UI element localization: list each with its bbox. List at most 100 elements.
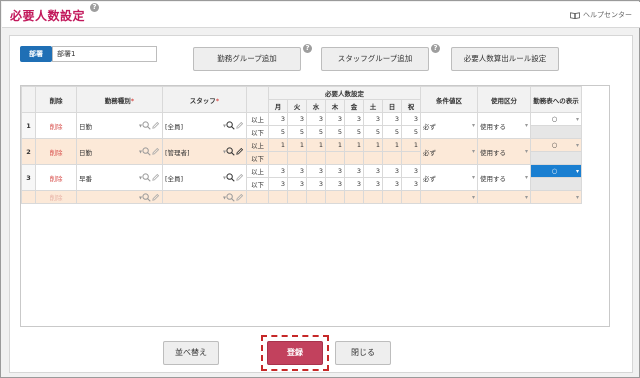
staff-select[interactable]: ▾ bbox=[162, 190, 247, 204]
min-count-cell[interactable]: 3 bbox=[306, 112, 326, 126]
register-button[interactable]: 登録 bbox=[267, 341, 323, 365]
help-icon[interactable]: ? bbox=[303, 44, 312, 53]
max-count-cell[interactable] bbox=[325, 151, 345, 165]
max-count-cell[interactable] bbox=[382, 151, 402, 165]
search-icon[interactable] bbox=[226, 121, 235, 130]
chevron-down-icon[interactable]: ▾ bbox=[525, 194, 528, 201]
min-count-cell[interactable]: 3 bbox=[325, 164, 345, 178]
max-count-cell[interactable]: 3 bbox=[287, 177, 307, 191]
min-count-cell[interactable]: 3 bbox=[344, 112, 364, 126]
staff-select[interactable]: [全員] ▾ bbox=[162, 112, 247, 139]
usage-select[interactable]: 使用する ▾ bbox=[477, 138, 531, 165]
condition-select[interactable]: 必ず ▾ bbox=[420, 164, 478, 191]
max-count-cell[interactable]: 5 bbox=[325, 125, 345, 139]
max-count-cell[interactable]: 3 bbox=[325, 177, 345, 191]
search-icon[interactable] bbox=[142, 173, 151, 182]
sort-button[interactable]: 並べ替え bbox=[163, 341, 219, 365]
chevron-down-icon[interactable]: ▾ bbox=[525, 148, 528, 155]
max-count-cell[interactable] bbox=[401, 151, 421, 165]
search-icon[interactable] bbox=[226, 147, 235, 156]
max-count-cell[interactable]: 3 bbox=[401, 177, 421, 191]
edit-icon[interactable] bbox=[151, 173, 160, 182]
search-icon[interactable] bbox=[226, 173, 235, 182]
shift-type-select[interactable]: 日勤 ▾ bbox=[76, 112, 163, 139]
chevron-down-icon[interactable]: ▾ bbox=[576, 116, 579, 123]
max-count-cell[interactable]: 5 bbox=[344, 125, 364, 139]
empty-cell[interactable] bbox=[344, 190, 364, 204]
edit-icon[interactable] bbox=[235, 173, 244, 182]
max-count-cell[interactable]: 5 bbox=[401, 125, 421, 139]
empty-cell[interactable] bbox=[382, 190, 402, 204]
rule-settings-button[interactable]: 必要人数算出ルール設定 bbox=[451, 47, 559, 71]
min-count-cell[interactable]: 1 bbox=[401, 138, 421, 152]
edit-icon[interactable] bbox=[151, 147, 160, 156]
max-count-cell[interactable]: 3 bbox=[306, 177, 326, 191]
add-staff-group-button[interactable]: スタッフグループ追加 bbox=[321, 47, 429, 71]
delete-link[interactable]: 削除 bbox=[35, 112, 77, 139]
add-work-group-button[interactable]: 勤務グループ追加 bbox=[193, 47, 301, 71]
max-count-cell[interactable] bbox=[363, 151, 383, 165]
empty-cell[interactable] bbox=[287, 190, 307, 204]
delete-link[interactable]: 削除 bbox=[35, 164, 77, 191]
empty-cell[interactable] bbox=[363, 190, 383, 204]
min-count-cell[interactable]: 1 bbox=[344, 138, 364, 152]
display-select[interactable]: ▾ bbox=[530, 190, 582, 204]
shift-type-select[interactable]: ▾ bbox=[76, 190, 163, 204]
edit-icon[interactable] bbox=[235, 193, 244, 202]
display-select[interactable]: ○ ▾ bbox=[530, 164, 582, 178]
min-count-cell[interactable]: 3 bbox=[268, 164, 288, 178]
shift-type-select[interactable]: 早番 ▾ bbox=[76, 164, 163, 191]
max-count-cell[interactable] bbox=[344, 151, 364, 165]
empty-cell[interactable] bbox=[246, 190, 269, 204]
shift-type-select[interactable]: 日勤 ▾ bbox=[76, 138, 163, 165]
search-icon[interactable] bbox=[226, 192, 235, 202]
empty-cell[interactable] bbox=[325, 190, 345, 204]
condition-select[interactable]: 必ず ▾ bbox=[420, 138, 478, 165]
max-count-cell[interactable] bbox=[306, 151, 326, 165]
max-count-cell[interactable]: 5 bbox=[306, 125, 326, 139]
chevron-down-icon[interactable]: ▾ bbox=[525, 174, 528, 181]
min-count-cell[interactable]: 1 bbox=[268, 138, 288, 152]
empty-cell[interactable] bbox=[268, 190, 288, 204]
max-count-cell[interactable]: 3 bbox=[382, 177, 402, 191]
max-count-cell[interactable]: 3 bbox=[344, 177, 364, 191]
min-count-cell[interactable]: 1 bbox=[382, 138, 402, 152]
usage-select[interactable]: 使用する ▾ bbox=[477, 112, 531, 139]
min-count-cell[interactable]: 1 bbox=[287, 138, 307, 152]
search-icon[interactable] bbox=[142, 147, 151, 156]
max-count-cell[interactable] bbox=[268, 151, 288, 165]
max-count-cell[interactable]: 5 bbox=[268, 125, 288, 139]
chevron-down-icon[interactable]: ▾ bbox=[525, 122, 528, 129]
min-count-cell[interactable]: 3 bbox=[401, 112, 421, 126]
min-count-cell[interactable]: 3 bbox=[287, 164, 307, 178]
display-select[interactable]: ○ ▾ bbox=[530, 138, 582, 152]
min-count-cell[interactable]: 3 bbox=[363, 112, 383, 126]
empty-cell[interactable] bbox=[401, 190, 421, 204]
delete-link[interactable]: 削除 bbox=[35, 138, 77, 165]
min-count-cell[interactable]: 1 bbox=[363, 138, 383, 152]
min-count-cell[interactable]: 3 bbox=[382, 112, 402, 126]
chevron-down-icon[interactable]: ▾ bbox=[576, 168, 579, 175]
min-count-cell[interactable]: 1 bbox=[306, 138, 326, 152]
max-count-cell[interactable]: 5 bbox=[287, 125, 307, 139]
min-count-cell[interactable]: 3 bbox=[268, 112, 288, 126]
min-count-cell[interactable]: 3 bbox=[363, 164, 383, 178]
edit-icon[interactable] bbox=[151, 193, 160, 202]
chevron-down-icon[interactable]: ▾ bbox=[472, 194, 475, 201]
chevron-down-icon[interactable]: ▾ bbox=[576, 142, 579, 149]
chevron-down-icon[interactable]: ▾ bbox=[472, 174, 475, 181]
condition-select[interactable]: ▾ bbox=[420, 190, 478, 204]
help-center-link[interactable]: ヘルプセンター bbox=[570, 10, 632, 20]
edit-icon[interactable] bbox=[235, 121, 244, 130]
max-count-cell[interactable]: 3 bbox=[268, 177, 288, 191]
close-button[interactable]: 閉じる bbox=[335, 341, 391, 365]
search-icon[interactable] bbox=[142, 192, 151, 202]
usage-select[interactable]: ▾ bbox=[477, 190, 531, 204]
condition-select[interactable]: 必ず ▾ bbox=[420, 112, 478, 139]
chevron-down-icon[interactable]: ▾ bbox=[472, 122, 475, 129]
min-count-cell[interactable]: 3 bbox=[287, 112, 307, 126]
edit-icon[interactable] bbox=[151, 121, 160, 130]
max-count-cell[interactable] bbox=[287, 151, 307, 165]
search-icon[interactable] bbox=[142, 121, 151, 130]
max-count-cell[interactable]: 5 bbox=[382, 125, 402, 139]
